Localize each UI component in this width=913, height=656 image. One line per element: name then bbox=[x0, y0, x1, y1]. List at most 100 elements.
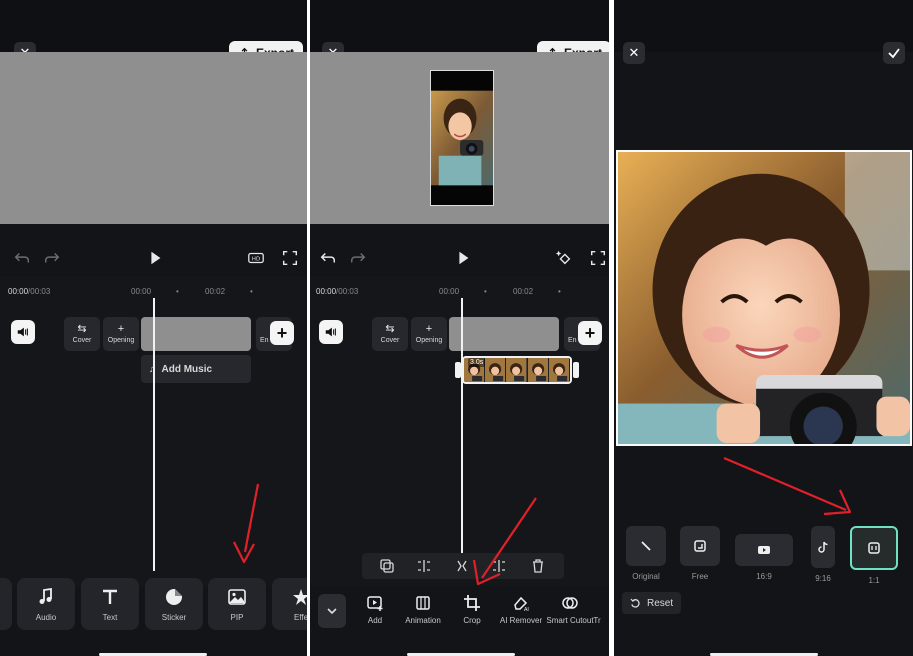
opening-button[interactable]: + Opening bbox=[103, 317, 139, 351]
svg-text:HD: HD bbox=[252, 256, 260, 262]
redo-icon bbox=[350, 252, 366, 263]
cover-button[interactable]: ⇆ Cover bbox=[64, 317, 100, 351]
undo-icon bbox=[320, 252, 336, 263]
ratio-free[interactable]: Free bbox=[680, 526, 720, 581]
video-clip[interactable] bbox=[141, 317, 251, 351]
trim-left-icon bbox=[418, 560, 430, 572]
delete-button[interactable] bbox=[530, 558, 546, 574]
editor-panel-home: ✕ Export HD 00:00/00:03 00:00 • 00:02 • … bbox=[0, 0, 307, 656]
ruler-tick: 00:02 bbox=[513, 287, 534, 296]
playback-controls bbox=[310, 244, 609, 272]
main-toolbar: Audio Text Sticker PIP Effe bbox=[0, 574, 307, 644]
square-ratio-icon bbox=[868, 542, 880, 554]
reset-rotate-icon bbox=[630, 598, 640, 608]
duplicate-icon bbox=[380, 559, 394, 573]
tool-animation[interactable]: Animation bbox=[398, 594, 448, 626]
opening-button[interactable]: + Opening bbox=[411, 317, 447, 351]
crop-canvas[interactable] bbox=[616, 150, 912, 446]
top-bar bbox=[614, 0, 913, 52]
ai-eraser-icon: AI bbox=[514, 596, 529, 612]
fullscreen-button[interactable] bbox=[280, 248, 300, 268]
tool-sticker[interactable]: Sticker bbox=[145, 578, 203, 630]
video-clip[interactable] bbox=[449, 317, 559, 351]
play-button[interactable] bbox=[145, 248, 165, 268]
ruler-tick: 00:00 bbox=[439, 287, 460, 296]
pip-preview-image[interactable] bbox=[430, 70, 494, 206]
original-ratio-icon bbox=[641, 541, 651, 551]
ratio-original[interactable]: Original bbox=[626, 526, 666, 581]
tool-pip[interactable]: PIP bbox=[208, 578, 266, 630]
play-button[interactable] bbox=[453, 248, 473, 268]
add-music-track[interactable]: ♫ Add Music bbox=[141, 355, 251, 383]
plus-icon: + bbox=[425, 323, 433, 335]
trash-icon bbox=[533, 559, 543, 573]
tiktok-icon bbox=[818, 541, 828, 553]
playhead[interactable] bbox=[153, 298, 155, 571]
free-ratio-icon bbox=[694, 540, 706, 552]
animation-icon bbox=[416, 596, 430, 610]
chevron-down-icon bbox=[327, 608, 337, 615]
trim-right-icon bbox=[493, 560, 505, 572]
timecode: 00:00/00:03 bbox=[8, 287, 51, 296]
collapse-toolbar-button[interactable] bbox=[318, 594, 346, 628]
annotation-arrow-icon bbox=[723, 456, 852, 516]
ruler-tick: • bbox=[176, 287, 179, 296]
ruler-tick: • bbox=[558, 287, 561, 296]
cover-button[interactable]: ⇆ Cover bbox=[372, 317, 408, 351]
keyframe-sparkle-icon bbox=[555, 250, 571, 265]
undo-button[interactable] bbox=[318, 248, 338, 268]
split-icon bbox=[457, 560, 467, 572]
youtube-icon bbox=[758, 546, 770, 554]
filmstrip-frame bbox=[527, 358, 549, 382]
close-icon: ✕ bbox=[628, 45, 640, 60]
filmstrip-frame bbox=[506, 358, 528, 382]
hdr-button[interactable]: HD bbox=[246, 248, 266, 268]
ratio-1-1[interactable]: 1:1 bbox=[850, 526, 898, 585]
playhead[interactable] bbox=[461, 298, 463, 553]
sticker-icon bbox=[166, 588, 182, 605]
redo-icon bbox=[44, 252, 60, 263]
ratio-16-9[interactable]: 16:9 bbox=[735, 534, 793, 581]
redo-button[interactable] bbox=[42, 248, 62, 268]
svg-text:AI: AI bbox=[524, 607, 529, 612]
tool-ai-remover[interactable]: AI AI Remover bbox=[496, 594, 546, 626]
fullscreen-button[interactable] bbox=[588, 248, 608, 268]
split-button[interactable] bbox=[454, 558, 470, 574]
mute-clip-audio-button[interactable] bbox=[319, 320, 343, 344]
pip-image-icon bbox=[228, 588, 246, 605]
tool-partial[interactable]: Tr bbox=[582, 594, 609, 626]
filmstrip-frame bbox=[485, 358, 507, 382]
duplicate-button[interactable] bbox=[379, 558, 395, 574]
ruler-tick: 00:02 bbox=[205, 287, 226, 296]
split-right-button[interactable] bbox=[491, 558, 507, 574]
tool-audio[interactable]: Audio bbox=[17, 578, 75, 630]
tool-partial[interactable] bbox=[0, 578, 12, 630]
playback-controls: HD bbox=[0, 244, 307, 272]
add-clip-button[interactable]: + bbox=[578, 321, 602, 345]
confirm-crop-button[interactable] bbox=[883, 42, 905, 64]
tool-add[interactable]: Add bbox=[350, 594, 400, 626]
fullscreen-icon bbox=[590, 250, 606, 266]
girl-with-camera-image bbox=[431, 71, 493, 205]
split-left-button[interactable] bbox=[416, 558, 432, 574]
mute-clip-audio-button[interactable] bbox=[11, 320, 35, 344]
play-icon bbox=[459, 251, 469, 265]
ruler-tick: 00:00 bbox=[131, 287, 152, 296]
ratio-9-16[interactable]: 9:16 bbox=[811, 526, 835, 583]
cancel-crop-button[interactable]: ✕ bbox=[623, 42, 645, 64]
reset-button[interactable]: Reset bbox=[622, 592, 682, 614]
music-note-icon bbox=[39, 587, 52, 604]
tool-crop[interactable]: Crop bbox=[447, 594, 497, 626]
trim-handle-right[interactable] bbox=[573, 362, 579, 378]
undo-button[interactable] bbox=[12, 248, 32, 268]
plus-icon: + bbox=[584, 322, 596, 343]
tool-effects[interactable]: Effe bbox=[272, 578, 307, 630]
girl-with-camera-image bbox=[618, 152, 910, 444]
speaker-icon bbox=[325, 327, 336, 337]
redo-button[interactable] bbox=[348, 248, 368, 268]
add-clip-button[interactable]: + bbox=[270, 321, 294, 345]
tool-text[interactable]: Text bbox=[81, 578, 139, 630]
video-preview[interactable] bbox=[0, 52, 307, 224]
plus-icon: + bbox=[117, 323, 125, 335]
keyframe-button[interactable] bbox=[554, 248, 574, 268]
